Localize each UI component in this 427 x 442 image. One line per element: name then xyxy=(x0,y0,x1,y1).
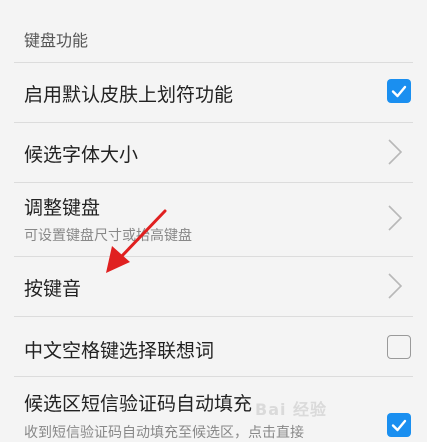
setting-row-candidate-font-size[interactable]: 候选字体大小 xyxy=(0,122,427,186)
swipe-symbols-checkbox[interactable] xyxy=(387,79,411,103)
watermark-text: Bai 经验 xyxy=(255,400,328,419)
setting-row-sms-code-autofill[interactable]: 候选区短信验证码自动填充 收到短信验证码自动填充至候选区，点击直接 xyxy=(0,376,427,441)
chevron-right-icon xyxy=(388,139,403,165)
setting-row-description: 可设置键盘尺寸或抬高键盘 xyxy=(24,228,192,244)
chevron-right-icon xyxy=(388,273,403,299)
checkmark-icon xyxy=(391,85,407,98)
section-header: 键盘功能 xyxy=(24,31,89,50)
setting-row-description: 收到短信验证码自动填充至候选区，点击直接 xyxy=(24,425,304,441)
checkmark-icon xyxy=(391,419,407,432)
setting-row-label: 调整键盘 xyxy=(24,197,101,219)
setting-row-key-sound[interactable]: 按键音 xyxy=(0,256,427,320)
setting-row-label: 中文空格键选择联想词 xyxy=(24,340,215,362)
chevron-right-icon xyxy=(388,205,403,231)
setting-row-space-select-prediction[interactable]: 中文空格键选择联想词 xyxy=(0,316,427,380)
setting-row-label: 候选区短信验证码自动填充 xyxy=(24,393,253,415)
setting-row-label: 按键音 xyxy=(24,278,82,300)
setting-row-label: 候选字体大小 xyxy=(24,144,139,166)
sms-code-autofill-checkbox[interactable] xyxy=(387,413,411,437)
space-select-prediction-checkbox[interactable] xyxy=(387,335,411,359)
setting-row-adjust-keyboard[interactable]: 调整键盘 可设置键盘尺寸或抬高键盘 xyxy=(0,182,427,246)
setting-row-swipe-symbols[interactable]: 启用默认皮肤上划符功能 xyxy=(0,62,427,126)
setting-row-label: 启用默认皮肤上划符功能 xyxy=(24,84,234,106)
